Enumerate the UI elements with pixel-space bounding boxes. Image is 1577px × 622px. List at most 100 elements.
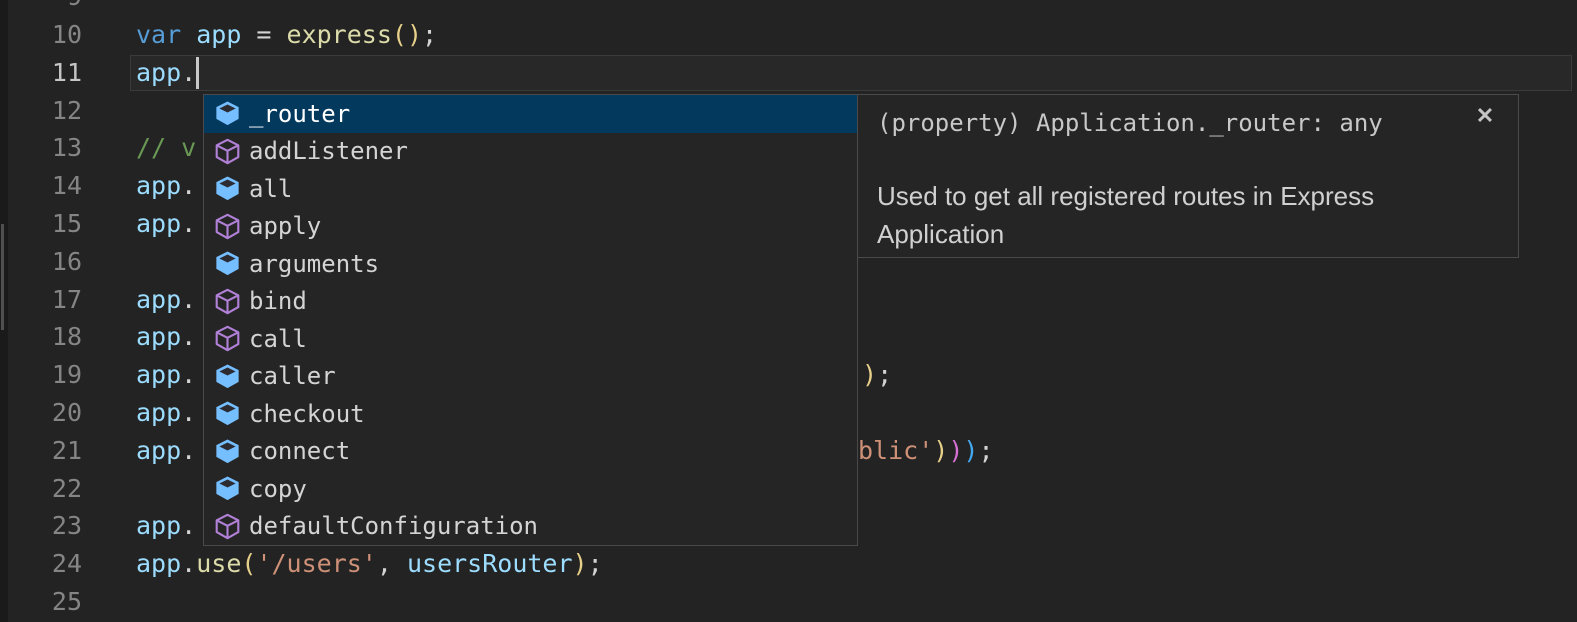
intellisense-suggest-widget[interactable]: _router addListener all apply arguments bind c… bbox=[203, 94, 858, 546]
line-number: 10 bbox=[0, 16, 82, 54]
line-number: 19 bbox=[0, 356, 82, 394]
code-token: , bbox=[377, 549, 407, 578]
code-token: app bbox=[136, 436, 181, 465]
suggestion-item-caller[interactable]: caller bbox=[204, 358, 857, 396]
suggestion-item-checkout[interactable]: checkout bbox=[204, 395, 857, 433]
line-number: 20 bbox=[0, 394, 82, 432]
suggest-details-panel: (property) Application._router: any ✕ Us… bbox=[857, 94, 1519, 258]
suggestion-label: all bbox=[249, 175, 292, 203]
code-text: app. bbox=[136, 205, 196, 243]
line-number: 16 bbox=[0, 243, 82, 281]
suggestion-item-arguments[interactable]: arguments bbox=[204, 245, 857, 283]
line-number: 11 bbox=[0, 54, 82, 92]
suggestion-item-defaultConfiguration[interactable]: defaultConfiguration bbox=[204, 508, 857, 546]
suggestion-label: caller bbox=[249, 362, 336, 390]
code-text: app. bbox=[136, 281, 196, 319]
suggestion-signature: (property) Application._router: any bbox=[877, 107, 1383, 139]
code-text: // v bbox=[136, 129, 196, 167]
code-line[interactable]: 9 bbox=[0, 0, 1577, 16]
code-token: . bbox=[181, 285, 196, 314]
symbol-method-icon bbox=[214, 513, 241, 540]
line-number: 17 bbox=[0, 281, 82, 319]
suggestion-label: arguments bbox=[249, 250, 379, 278]
suggestion-label: _router bbox=[249, 100, 350, 128]
suggestion-label: apply bbox=[249, 212, 321, 240]
suggestion-item-copy[interactable]: copy bbox=[204, 470, 857, 508]
line-number: 18 bbox=[0, 318, 82, 356]
line-number: 14 bbox=[0, 167, 82, 205]
line-number: 23 bbox=[0, 507, 82, 545]
symbol-method-icon bbox=[214, 213, 241, 240]
suggestion-item-addListener[interactable]: addListener bbox=[204, 133, 857, 171]
code-token: . bbox=[181, 549, 196, 578]
code-token bbox=[181, 20, 196, 49]
suggestion-documentation: Used to get all registered routes in Exp… bbox=[877, 177, 1469, 253]
code-token: app bbox=[136, 58, 181, 87]
code-text: app. bbox=[136, 432, 196, 470]
code-token: var bbox=[136, 20, 181, 49]
code-token: app bbox=[136, 285, 181, 314]
line-number: 13 bbox=[0, 129, 82, 167]
symbol-field-icon bbox=[214, 175, 241, 202]
code-token: = bbox=[241, 20, 286, 49]
code-token: ) bbox=[862, 360, 877, 389]
suggestion-label: call bbox=[249, 325, 307, 353]
symbol-field-icon bbox=[214, 250, 241, 277]
code-token: . bbox=[181, 360, 196, 389]
suggestion-label: defaultConfiguration bbox=[249, 512, 538, 540]
suggestion-label: copy bbox=[249, 475, 307, 503]
code-token: . bbox=[181, 398, 196, 427]
suggestion-item-bind[interactable]: bind bbox=[204, 283, 857, 321]
suggestion-item-connect[interactable]: connect bbox=[204, 433, 857, 471]
code-text: app. bbox=[136, 356, 196, 394]
suggestion-item-apply[interactable]: apply bbox=[204, 208, 857, 246]
line-number: 25 bbox=[0, 583, 82, 621]
code-token: . bbox=[181, 511, 196, 540]
code-token: app bbox=[136, 209, 181, 238]
code-token: ( bbox=[241, 549, 256, 578]
code-token: app bbox=[136, 360, 181, 389]
code-token: ; bbox=[588, 549, 603, 578]
code-text-tail: ); bbox=[862, 356, 892, 394]
code-token: blic' bbox=[858, 436, 933, 465]
code-text: app. bbox=[136, 54, 196, 92]
code-token: . bbox=[181, 171, 196, 200]
suggestion-label: checkout bbox=[249, 400, 365, 428]
suggestion-item-all[interactable]: all bbox=[204, 170, 857, 208]
symbol-method-icon bbox=[214, 138, 241, 165]
symbol-method-icon bbox=[214, 288, 241, 315]
code-token: . bbox=[181, 436, 196, 465]
symbol-field-icon bbox=[214, 100, 241, 127]
code-token: // v bbox=[136, 133, 196, 162]
suggestion-item-_router[interactable]: _router bbox=[204, 95, 857, 133]
line-number: 22 bbox=[0, 470, 82, 508]
code-line[interactable]: 24app.use('/users', usersRouter); bbox=[0, 545, 1577, 583]
code-line[interactable]: 10var app = express(); bbox=[0, 16, 1577, 54]
suggestion-label: bind bbox=[249, 287, 307, 315]
line-number: 21 bbox=[0, 432, 82, 470]
code-line[interactable]: 11 app. bbox=[0, 54, 1577, 92]
code-token: ) bbox=[933, 436, 948, 465]
code-text: app.use('/users', usersRouter); bbox=[136, 545, 603, 583]
code-text: app. bbox=[136, 318, 196, 356]
code-token: ( bbox=[392, 20, 407, 49]
code-text: app. bbox=[136, 167, 196, 205]
symbol-field-icon bbox=[214, 438, 241, 465]
code-token: ) bbox=[963, 436, 978, 465]
code-token: ) bbox=[407, 20, 422, 49]
line-number: 9 bbox=[0, 0, 82, 16]
close-icon[interactable]: ✕ bbox=[1470, 101, 1500, 131]
code-token: ; bbox=[877, 360, 892, 389]
code-token: express bbox=[287, 20, 392, 49]
suggestion-label: addListener bbox=[249, 137, 408, 165]
line-number: 15 bbox=[0, 205, 82, 243]
code-token: app bbox=[136, 171, 181, 200]
code-token: app bbox=[196, 20, 241, 49]
suggestion-item-call[interactable]: call bbox=[204, 320, 857, 358]
code-token: usersRouter bbox=[407, 549, 573, 578]
code-token: . bbox=[181, 58, 196, 87]
code-line[interactable]: 25 bbox=[0, 583, 1577, 621]
symbol-field-icon bbox=[214, 363, 241, 390]
code-token: ) bbox=[573, 549, 588, 578]
code-token: app bbox=[136, 549, 181, 578]
